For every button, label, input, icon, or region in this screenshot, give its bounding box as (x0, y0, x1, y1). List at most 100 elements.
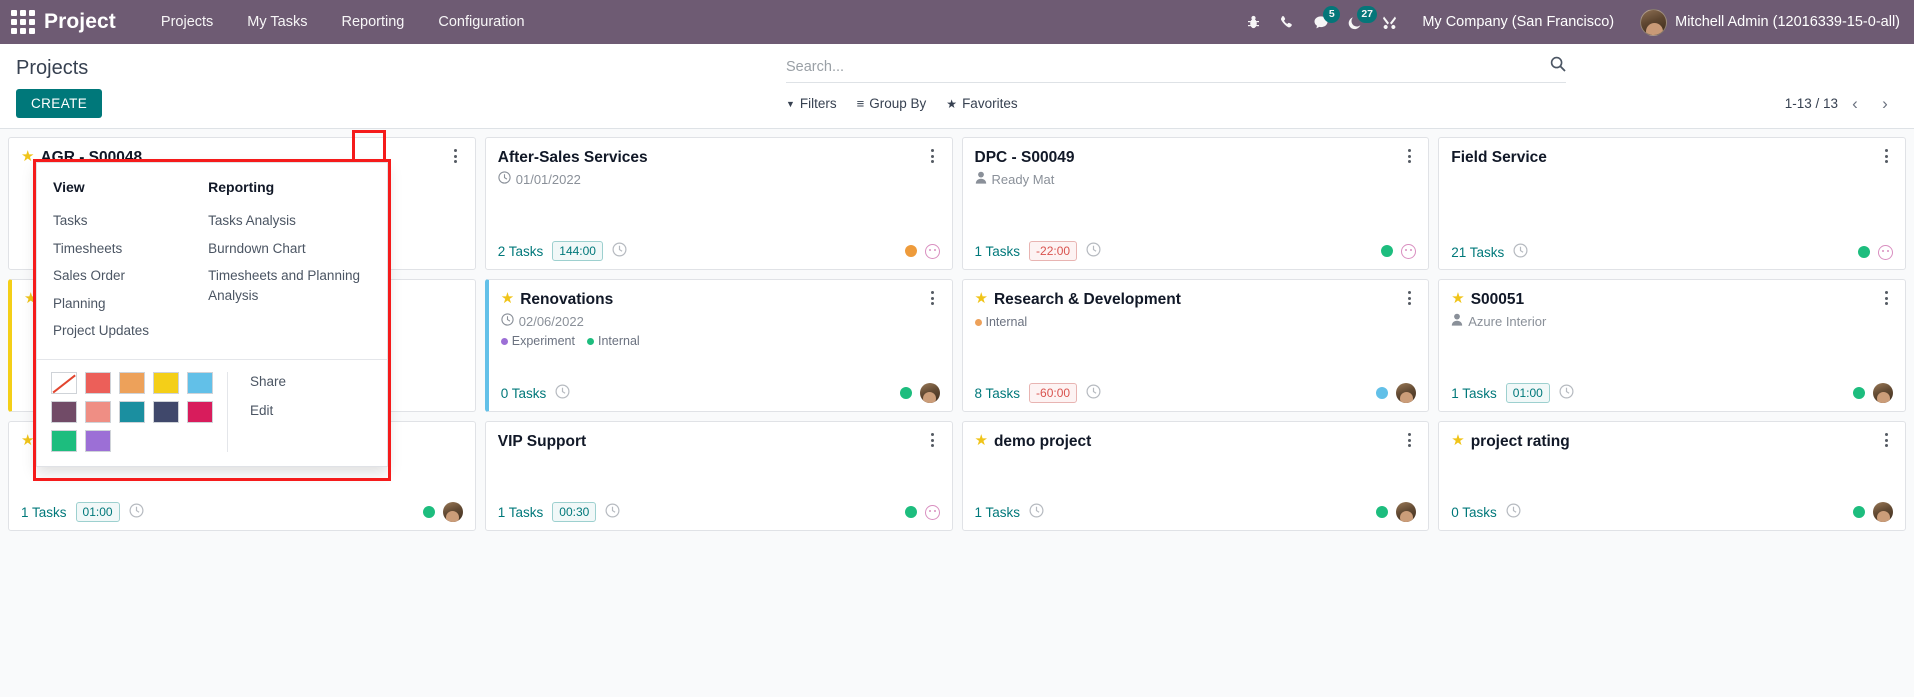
menu-item-timesheets[interactable]: Timesheets (53, 235, 208, 263)
pager-next-button[interactable]: › (1872, 91, 1898, 117)
favorite-star-icon[interactable]: ★ (21, 432, 34, 450)
apps-grid-icon[interactable] (10, 9, 36, 35)
status-badge[interactable] (1381, 245, 1394, 257)
menu-item-share[interactable]: Share (250, 374, 286, 389)
kanban-card[interactable]: ★ demo project 1 Tasks (961, 421, 1430, 531)
status-badge[interactable] (899, 387, 912, 399)
rating-smile-icon[interactable] (1878, 244, 1893, 260)
status-badge[interactable] (1853, 387, 1865, 399)
timesheet-clock-icon[interactable] (1559, 384, 1574, 402)
menu-item-planning[interactable]: Planning (53, 290, 208, 318)
app-brand-project[interactable]: Project (44, 10, 116, 34)
filters-dropdown[interactable]: ▼ Filters (786, 96, 837, 111)
search-bar[interactable] (786, 56, 1566, 83)
search-input[interactable] (786, 58, 1542, 75)
menu-item-tasks[interactable]: Tasks (53, 207, 208, 235)
card-menu-button[interactable] (1398, 429, 1420, 451)
status-badge[interactable] (1853, 506, 1865, 518)
timesheet-clock-icon[interactable] (612, 242, 627, 260)
timesheet-clock-icon[interactable] (1029, 503, 1044, 521)
card-menu-button[interactable] (922, 287, 944, 309)
tasks-link[interactable]: 1 Tasks (975, 505, 1021, 520)
timesheet-clock-icon[interactable] (1506, 503, 1521, 521)
status-badge[interactable] (422, 506, 435, 518)
bug-icon[interactable] (1236, 0, 1270, 44)
card-menu-button[interactable] (1398, 145, 1420, 167)
timesheet-clock-icon[interactable] (1086, 242, 1101, 260)
rating-smile-icon[interactable] (924, 243, 940, 259)
favorite-star-icon[interactable]: ★ (975, 290, 988, 308)
company-switcher[interactable]: My Company (San Francisco) (1406, 14, 1630, 30)
card-menu-button[interactable] (445, 145, 467, 167)
favorites-dropdown[interactable]: ★ Favorites (946, 96, 1017, 111)
kanban-card[interactable]: ★ S00051 Azure Interior 1 Tasks 01:00 (1438, 279, 1906, 412)
status-badge[interactable] (1376, 506, 1389, 518)
card-menu-button[interactable] (1398, 287, 1420, 309)
status-badge[interactable] (1858, 246, 1870, 258)
timesheet-clock-icon[interactable] (129, 503, 144, 521)
card-menu-button[interactable] (1875, 287, 1897, 309)
nav-item-projects[interactable]: Projects (144, 0, 230, 44)
timesheet-clock-icon[interactable] (555, 384, 570, 402)
color-swatch-red[interactable] (85, 371, 111, 394)
menu-item-timesheets-planning-analysis[interactable]: Timesheets and Planning Analysis (208, 262, 371, 309)
assignee-avatar[interactable] (442, 502, 463, 522)
assignee-avatar[interactable] (1873, 383, 1893, 403)
tasks-link[interactable]: 1 Tasks (498, 505, 544, 520)
color-swatch-no-color[interactable] (51, 371, 77, 394)
color-swatch-salmon[interactable] (85, 400, 111, 423)
kanban-card[interactable]: VIP Support 1 Tasks 00:30 (484, 421, 953, 531)
nav-item-reporting[interactable]: Reporting (324, 0, 421, 44)
color-swatch-orange[interactable] (119, 371, 145, 394)
tasks-link[interactable]: 21 Tasks (1451, 245, 1504, 260)
tasks-link[interactable]: 8 Tasks (975, 386, 1021, 401)
color-swatch-crimson[interactable] (187, 400, 213, 423)
card-menu-button[interactable] (1875, 145, 1897, 167)
card-menu-button[interactable] (1875, 429, 1897, 451)
rating-smile-icon[interactable] (1401, 243, 1417, 259)
timesheet-clock-icon[interactable] (605, 503, 620, 521)
tasks-link[interactable]: 0 Tasks (501, 386, 547, 401)
rating-smile-icon[interactable] (924, 504, 940, 520)
menu-item-burndown-chart[interactable]: Burndown Chart (208, 235, 371, 263)
card-menu-button[interactable] (922, 429, 944, 451)
color-swatch-navy[interactable] (153, 400, 179, 423)
status-badge[interactable] (1376, 387, 1389, 399)
messages-icon[interactable]: 5 (1304, 0, 1341, 44)
assignee-avatar[interactable] (1396, 502, 1417, 522)
group-by-dropdown[interactable]: ≡ Group By (857, 96, 927, 111)
kanban-card[interactable]: After-Sales Services 01/01/2022 2 Tasks … (484, 137, 953, 270)
search-icon[interactable] (1542, 56, 1566, 77)
tag[interactable]: Internal (586, 334, 640, 348)
nav-item-configuration[interactable]: Configuration (421, 0, 541, 44)
nav-item-my-tasks[interactable]: My Tasks (230, 0, 324, 44)
tag[interactable]: Internal (974, 315, 1027, 329)
kanban-card[interactable]: ★ Research & Development Internal 8 Task… (961, 279, 1430, 412)
tag[interactable]: Experiment (500, 334, 575, 348)
kanban-card[interactable]: Field Service 21 Tasks (1438, 137, 1906, 270)
color-swatch-light-purple[interactable] (85, 429, 111, 452)
menu-item-tasks-analysis[interactable]: Tasks Analysis (208, 207, 371, 235)
color-swatch-purple[interactable] (51, 400, 77, 423)
phone-icon[interactable] (1270, 0, 1304, 44)
tasks-link[interactable]: 1 Tasks (21, 505, 67, 520)
status-badge[interactable] (904, 506, 917, 518)
kanban-card[interactable]: ★ project rating 0 Tasks (1438, 421, 1906, 531)
menu-item-project-updates[interactable]: Project Updates (53, 317, 208, 345)
timesheet-clock-icon[interactable] (1513, 243, 1528, 261)
assignee-avatar[interactable] (1873, 502, 1893, 522)
pager-previous-button[interactable]: ‹ (1842, 91, 1868, 117)
tasks-link[interactable]: 2 Tasks (498, 244, 544, 259)
menu-item-sales-order[interactable]: Sales Order (53, 262, 208, 290)
color-swatch-teal[interactable] (119, 400, 145, 423)
assignee-avatar[interactable] (1396, 383, 1417, 403)
tools-icon[interactable] (1372, 0, 1406, 44)
create-button[interactable]: CREATE (16, 89, 103, 118)
activities-icon[interactable]: 27 (1338, 0, 1378, 44)
kanban-card[interactable]: DPC - S00049 Ready Mat 1 Tasks -22:00 (961, 137, 1430, 270)
tasks-link[interactable]: 1 Tasks (1451, 386, 1497, 401)
assignee-avatar[interactable] (919, 383, 940, 403)
color-swatch-yellow[interactable] (153, 371, 179, 394)
menu-item-edit[interactable]: Edit (250, 403, 286, 418)
timesheet-clock-icon[interactable] (1086, 384, 1101, 402)
